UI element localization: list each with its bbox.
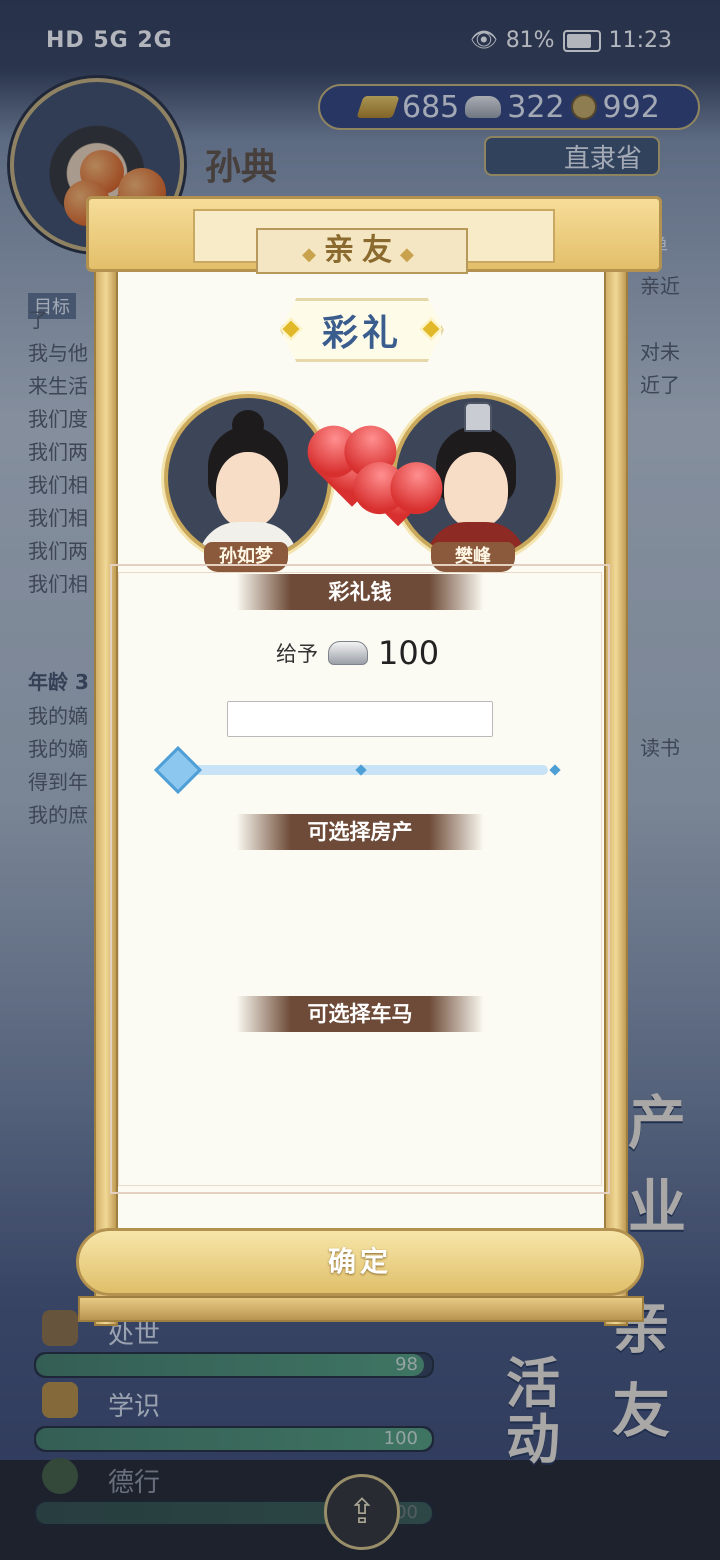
section-money: 彩礼钱 [236,574,484,610]
bride-portrait [164,394,332,562]
ornament-icon: ◆ [400,244,422,265]
give-label: 给予 [276,642,318,666]
header-text: 亲友 [324,233,400,268]
silver-ingot-icon [328,641,368,665]
modal-header-title: ◆亲友◆ [256,228,468,274]
section-carriage: 可选择车马 [236,996,484,1032]
scroll-footer [78,1296,644,1322]
give-value: 100 [378,634,440,672]
bride-price-title: 彩礼 [280,298,444,362]
amount-input[interactable] [227,701,493,737]
section-property: 可选择房产 [236,814,484,850]
ornament-icon: ◆ [302,244,324,265]
confirm-button[interactable]: 确定 [76,1228,644,1296]
give-row: 给予 100 [276,634,439,672]
